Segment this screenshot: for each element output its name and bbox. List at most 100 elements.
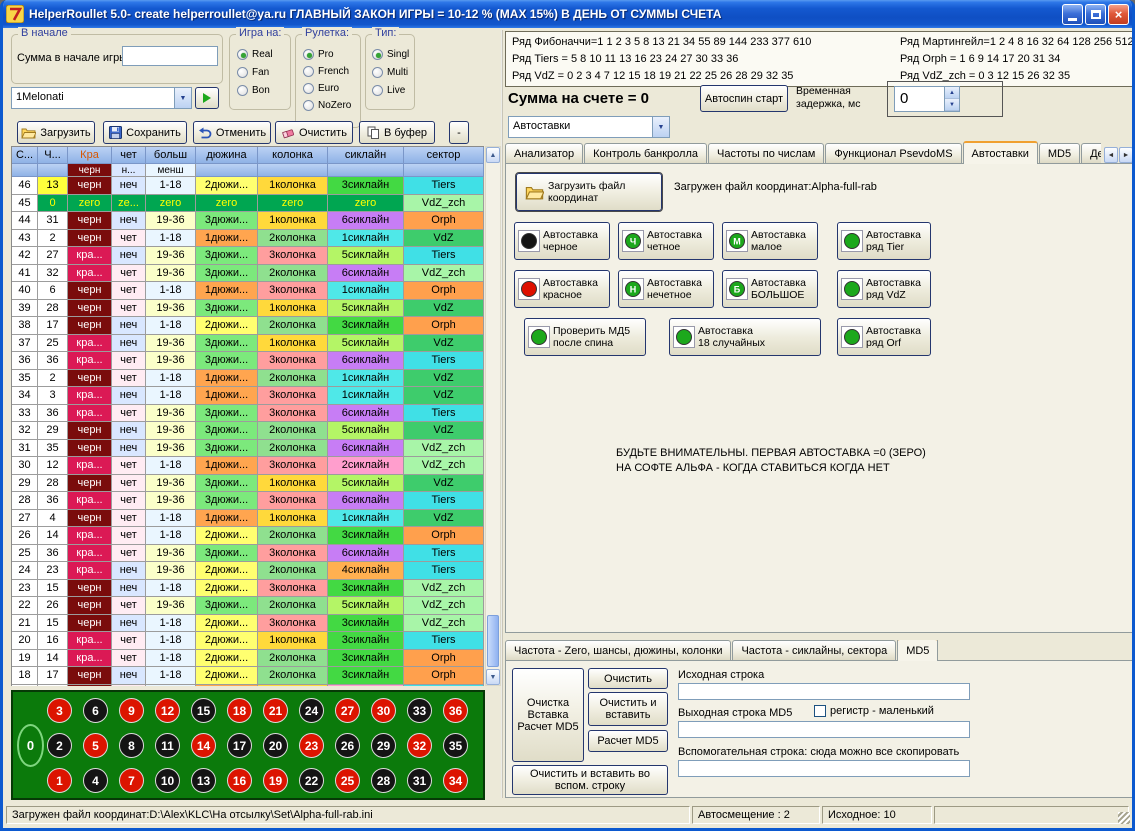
table-row[interactable]: 3012кра...чет1-181дюжи...3колонка2сиклай… <box>12 457 484 475</box>
subtab-item-2[interactable]: MD5 <box>897 640 938 661</box>
close-button[interactable]: × <box>1108 4 1129 25</box>
tab-item-5[interactable]: MD5 <box>1039 143 1080 164</box>
column-header[interactable]: чет <box>112 147 146 164</box>
table-row[interactable]: 4132кра...чет19-363дюжи...2колонка6сикла… <box>12 265 484 283</box>
table-row[interactable]: 432чернчет1-181дюжи...2колонка1сиклайнVd… <box>12 230 484 248</box>
table-row[interactable]: 2226чернчет19-363дюжи...2колонка5сиклайн… <box>12 597 484 615</box>
board-number-3[interactable]: 3 <box>47 698 72 723</box>
resize-grip[interactable] <box>1118 812 1130 824</box>
board-number-30[interactable]: 30 <box>371 698 396 723</box>
radio-icon[interactable] <box>372 49 383 60</box>
board-number-32[interactable]: 32 <box>407 733 432 758</box>
column-header[interactable]: Кра <box>68 147 112 164</box>
autobet-big-button[interactable]: БАвтоставкаБОЛЬШОЕ <box>722 270 818 308</box>
board-number-19[interactable]: 19 <box>263 768 288 793</box>
board-number-4[interactable]: 4 <box>83 768 108 793</box>
table-row[interactable]: 1817черннеч1-182дюжи...2колонка3сиклайнO… <box>12 667 484 685</box>
board-number-34[interactable]: 34 <box>443 768 468 793</box>
radio-option-french[interactable]: French <box>303 64 351 79</box>
table-row[interactable]: 343кра...неч1-181дюжи...3колонка1сиклайн… <box>12 387 484 405</box>
board-number-12[interactable]: 12 <box>155 698 180 723</box>
board-number-26[interactable]: 26 <box>335 733 360 758</box>
board-number-14[interactable]: 14 <box>191 733 216 758</box>
column-header[interactable]: Ч... <box>38 147 68 164</box>
radio-option-pro[interactable]: Pro <box>303 47 351 62</box>
md5-aux-input[interactable] <box>678 760 970 777</box>
delay-input[interactable]: 0 ▲ ▼ <box>894 86 960 112</box>
board-number-36[interactable]: 36 <box>443 698 468 723</box>
board-number-7[interactable]: 7 <box>119 768 144 793</box>
play-button[interactable] <box>195 87 219 109</box>
table-row[interactable]: 1914кра...чет1-182дюжи...2колонка3сиклай… <box>12 650 484 668</box>
table-row[interactable]: 450zeroze...zerozerozerozeroVdZ_zch <box>12 195 484 213</box>
subtab-item-1[interactable]: Частота - сиклайны, сектора <box>732 640 896 661</box>
table-row[interactable]: 3636кра...чет19-363дюжи...3колонка6сикла… <box>12 352 484 370</box>
radio-option-singl[interactable]: Singl <box>372 47 409 62</box>
chevron-down-icon[interactable]: ▼ <box>174 88 191 108</box>
radio-icon[interactable] <box>303 83 314 94</box>
board-number-15[interactable]: 15 <box>191 698 216 723</box>
board-number-5[interactable]: 5 <box>83 733 108 758</box>
checkbox-icon[interactable] <box>814 705 826 717</box>
radio-option-bon[interactable]: Bon <box>237 83 273 98</box>
column-header[interactable]: сиклайн <box>328 147 404 164</box>
md5-calc-button[interactable]: Расчет MD5 <box>588 730 668 752</box>
radio-icon[interactable] <box>303 66 314 77</box>
table-row[interactable]: 4613черннеч1-182дюжи...1колонка3сиклайнT… <box>12 177 484 195</box>
column-header[interactable]: дюжина <box>196 147 258 164</box>
scroll-thumb[interactable] <box>487 615 499 667</box>
table-row[interactable]: 2836кра...чет19-363дюжи...3колонка6сикла… <box>12 492 484 510</box>
table-row[interactable]: 2115черннеч1-182дюжи...3колонка3сиклайнV… <box>12 615 484 633</box>
radio-option-live[interactable]: Live <box>372 83 409 98</box>
table-row[interactable]: 3229черннеч19-363дюжи...2колонка5сиклайн… <box>12 422 484 440</box>
md5-clear-paste-aux-button[interactable]: Очистить и вставить во вспом. строку <box>512 765 668 795</box>
autospin-start-button[interactable]: Автоспин старт <box>700 85 788 112</box>
board-number-28[interactable]: 28 <box>371 768 396 793</box>
table-row[interactable]: 3336кра...чет19-363дюжи...3колонка6сикла… <box>12 405 484 423</box>
collapse-button[interactable]: - <box>449 121 469 144</box>
table-row[interactable]: 406чернчет1-181дюжи...3колонка1сиклайнOr… <box>12 282 484 300</box>
tab-item-1[interactable]: Контроль банкролла <box>584 143 707 164</box>
autobet-tier-button[interactable]: Автоставкаряд Tier <box>837 222 931 260</box>
board-number-31[interactable]: 31 <box>407 768 432 793</box>
radio-option-nozero[interactable]: NoZero <box>303 98 351 113</box>
scroll-down-icon[interactable]: ▼ <box>486 669 500 685</box>
column-header[interactable]: колонка <box>258 147 328 164</box>
table-row[interactable]: 4227кра...неч19-363дюжи...3колонка5сикла… <box>12 247 484 265</box>
table-row[interactable]: 3725кра...неч19-363дюжи...1колонка5сикла… <box>12 335 484 353</box>
board-number-24[interactable]: 24 <box>299 698 324 723</box>
table-scrollbar[interactable]: ▲ ▼ <box>485 146 501 686</box>
radio-icon[interactable] <box>237 85 248 96</box>
table-row[interactable]: 4431черннеч19-363дюжи...1колонка6сиклайн… <box>12 212 484 230</box>
board-number-21[interactable]: 21 <box>263 698 288 723</box>
board-number-2[interactable]: 2 <box>47 733 72 758</box>
radio-option-multi[interactable]: Multi <box>372 65 409 80</box>
md5-clear-button[interactable]: Очистить <box>588 668 668 689</box>
subtab-item-0[interactable]: Частота - Zero, шансы, дюжины, колонки <box>505 640 731 661</box>
tab-item-6[interactable]: Делени <box>1081 143 1101 164</box>
autobet-red-button[interactable]: Автоставкакрасное <box>514 270 610 308</box>
board-number-6[interactable]: 6 <box>83 698 108 723</box>
maximize-button[interactable] <box>1085 4 1106 25</box>
radio-option-euro[interactable]: Euro <box>303 81 351 96</box>
table-row[interactable]: 274чернчет1-181дюжи...1колонка1сиклайнVd… <box>12 510 484 528</box>
board-number-20[interactable]: 20 <box>263 733 288 758</box>
board-number-10[interactable]: 10 <box>155 768 180 793</box>
minimize-button[interactable] <box>1062 4 1083 25</box>
board-number-35[interactable]: 35 <box>443 733 468 758</box>
check-md5-after-spin-button[interactable]: Проверить МД5после спина <box>524 318 646 356</box>
table-row[interactable]: 3135черннеч19-363дюжи...2колонка6сиклайн… <box>12 440 484 458</box>
board-number-8[interactable]: 8 <box>119 733 144 758</box>
radio-option-fan[interactable]: Fan <box>237 65 273 80</box>
autobet-black-button[interactable]: Автоставкачерное <box>514 222 610 260</box>
start-sum-input[interactable] <box>122 46 218 66</box>
copy-to-clipboard-button[interactable]: В буфер <box>359 121 435 144</box>
lowercase-checkbox[interactable]: регистр - маленький <box>814 705 934 717</box>
tab-item-4[interactable]: Автоставки <box>963 141 1038 164</box>
radio-icon[interactable] <box>372 85 383 96</box>
undo-button[interactable]: Отменить <box>193 121 271 144</box>
radio-icon[interactable] <box>237 67 248 78</box>
board-number-27[interactable]: 27 <box>335 698 360 723</box>
board-number-11[interactable]: 11 <box>155 733 180 758</box>
table-row[interactable]: 3817черннеч1-182дюжи...2колонка3сиклайнO… <box>12 317 484 335</box>
